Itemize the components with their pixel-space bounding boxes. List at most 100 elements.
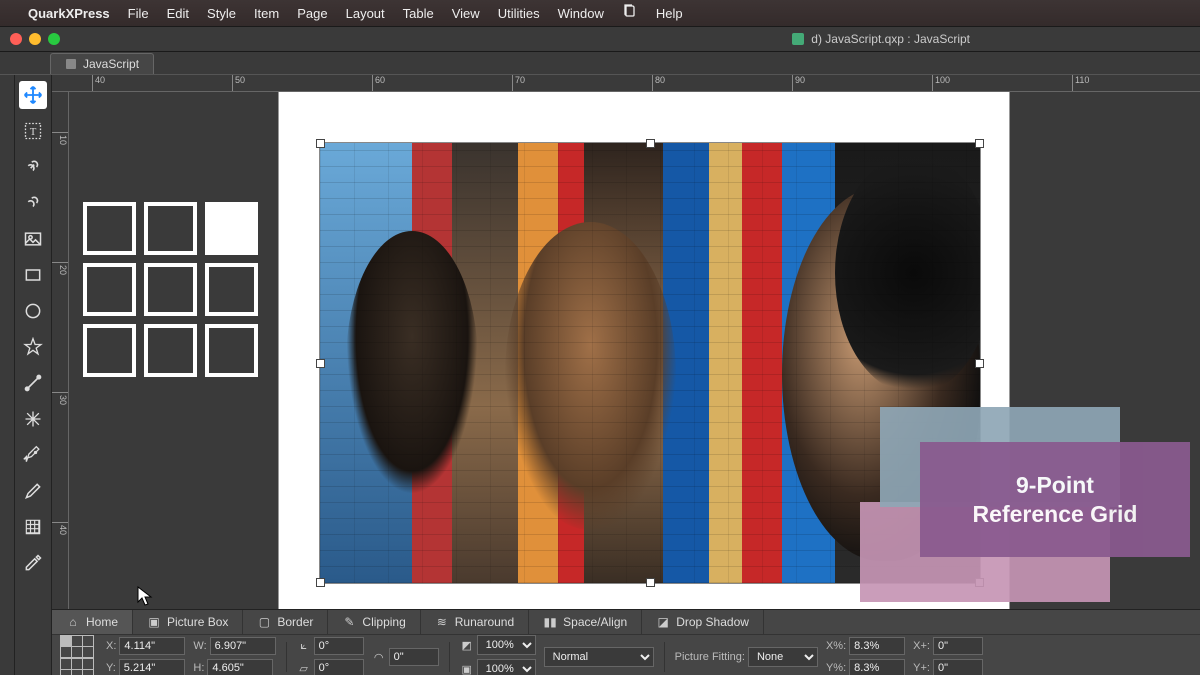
menu-style[interactable]: Style xyxy=(207,6,236,21)
angle-input[interactable] xyxy=(314,637,364,655)
ruler-tick: 40 xyxy=(52,522,68,535)
layout-canvas[interactable]: 9-PointReference Grid xyxy=(69,92,1200,609)
grid-point-ml[interactable] xyxy=(83,263,136,316)
ruler-tick: 20 xyxy=(52,262,68,275)
cursor-icon xyxy=(137,586,153,606)
link-tool[interactable] xyxy=(19,153,47,181)
eyedropper-tool[interactable] xyxy=(19,549,47,577)
line-tool[interactable] xyxy=(19,369,47,397)
corner-radius-field: ◠ xyxy=(372,648,439,666)
picture-fitting-label: Picture Fitting: xyxy=(675,651,745,663)
menu-file[interactable]: File xyxy=(128,6,149,21)
opacity-box-select[interactable]: 100% xyxy=(477,635,536,655)
blend-mode-select[interactable]: Normal xyxy=(544,647,654,667)
measurements-palette: ⌂Home ▣Picture Box ▢Border ✎Clipping ≋Ru… xyxy=(52,609,1200,675)
tab-home[interactable]: ⌂Home xyxy=(52,610,133,634)
shadow-icon: ◪ xyxy=(656,615,670,629)
grid-point-br[interactable] xyxy=(205,324,258,377)
menu-view[interactable]: View xyxy=(452,6,480,21)
menu-page[interactable]: Page xyxy=(297,6,327,21)
starburst-tool[interactable] xyxy=(19,405,47,433)
grid-point-bl[interactable] xyxy=(83,324,136,377)
app-name[interactable]: QuarkXPress xyxy=(28,6,110,21)
grid-point-mc[interactable] xyxy=(144,263,197,316)
ellipse-tool[interactable] xyxy=(19,297,47,325)
reference-point-picker-top[interactable] xyxy=(60,635,92,656)
tab-space-align[interactable]: ▮▮Space/Align xyxy=(529,610,642,634)
vertical-ruler[interactable]: 10 20 30 40 xyxy=(52,92,69,609)
tool-palette: T xyxy=(15,75,52,675)
horizontal-ruler[interactable]: 40 50 60 70 80 90 100 110 xyxy=(52,75,1200,92)
macos-menubar: QuarkXPress File Edit Style Item Page La… xyxy=(0,0,1200,27)
menu-table[interactable]: Table xyxy=(403,6,434,21)
corner-icon: ◠ xyxy=(372,650,386,664)
opacity-frame-select[interactable]: 100% xyxy=(477,659,536,675)
move-tool[interactable] xyxy=(19,81,47,109)
align-icon: ▮▮ xyxy=(543,615,557,629)
resize-handle[interactable] xyxy=(316,139,325,148)
grid-point-bm[interactable] xyxy=(144,324,197,377)
grid-point-tr[interactable] xyxy=(205,202,258,255)
resize-handle[interactable] xyxy=(316,359,325,368)
y-input[interactable] xyxy=(119,659,185,675)
reference-point-picker-bottom[interactable] xyxy=(60,658,92,675)
corner-input[interactable] xyxy=(389,648,439,666)
frame-swatch-icon: ▣ xyxy=(460,662,474,675)
w-input[interactable] xyxy=(210,637,276,655)
picture-fitting-select[interactable]: None xyxy=(748,647,818,667)
yoffset-input[interactable] xyxy=(933,659,983,675)
close-window-button[interactable] xyxy=(10,33,22,45)
resize-handle[interactable] xyxy=(975,139,984,148)
tab-runaround[interactable]: ≋Runaround xyxy=(421,610,529,634)
ruler-tick: 80 xyxy=(652,75,665,91)
resize-handle[interactable] xyxy=(975,578,984,587)
unlink-tool[interactable] xyxy=(19,189,47,217)
xscale-input[interactable] xyxy=(849,637,905,655)
angle-icon: ⟀ xyxy=(297,639,311,653)
resize-handle[interactable] xyxy=(646,578,655,587)
grid-point-mr[interactable] xyxy=(205,263,258,316)
grid-point-tl[interactable] xyxy=(83,202,136,255)
ruler-tick: 60 xyxy=(372,75,385,91)
zoom-window-button[interactable] xyxy=(48,33,60,45)
text-tool[interactable]: T xyxy=(19,117,47,145)
pencil-tool[interactable] xyxy=(19,477,47,505)
ruler-tick: 10 xyxy=(52,132,68,145)
document-tab[interactable]: JavaScript xyxy=(50,53,154,74)
document-tab-label: JavaScript xyxy=(83,57,139,71)
resize-handle[interactable] xyxy=(975,359,984,368)
resize-handle[interactable] xyxy=(646,139,655,148)
w-field: W: xyxy=(193,637,275,655)
grid-point-tm[interactable] xyxy=(144,202,197,255)
x-input[interactable] xyxy=(119,637,185,655)
menu-utilities[interactable]: Utilities xyxy=(498,6,540,21)
menu-window[interactable]: Window xyxy=(558,6,604,21)
tab-picture-box[interactable]: ▣Picture Box xyxy=(133,610,243,634)
grid-tool[interactable] xyxy=(19,513,47,541)
image-tool[interactable] xyxy=(19,225,47,253)
resize-handle[interactable] xyxy=(316,578,325,587)
yscale-input[interactable] xyxy=(849,659,905,675)
tab-border[interactable]: ▢Border xyxy=(243,610,328,634)
menu-layout[interactable]: Layout xyxy=(346,6,385,21)
document-tab-strip: JavaScript xyxy=(0,52,1200,75)
pen-tool[interactable] xyxy=(19,441,47,469)
xoffset-input[interactable] xyxy=(933,637,983,655)
menu-edit[interactable]: Edit xyxy=(167,6,189,21)
selected-picture-box[interactable] xyxy=(319,142,981,584)
ruler-tick: 50 xyxy=(232,75,245,91)
scripts-menu-icon[interactable] xyxy=(622,3,638,23)
tab-drop-shadow[interactable]: ◪Drop Shadow xyxy=(642,610,764,634)
menu-item[interactable]: Item xyxy=(254,6,279,21)
picture-content xyxy=(320,143,980,583)
menu-help[interactable]: Help xyxy=(656,6,683,21)
skew-input[interactable] xyxy=(314,659,364,675)
tab-clipping[interactable]: ✎Clipping xyxy=(328,610,420,634)
ruler-tick: 40 xyxy=(92,75,105,91)
minimize-window-button[interactable] xyxy=(29,33,41,45)
yoffset-field: Y+: xyxy=(913,659,983,675)
h-input[interactable] xyxy=(207,659,273,675)
clipping-icon: ✎ xyxy=(342,615,356,629)
star-tool[interactable] xyxy=(19,333,47,361)
rectangle-tool[interactable] xyxy=(19,261,47,289)
